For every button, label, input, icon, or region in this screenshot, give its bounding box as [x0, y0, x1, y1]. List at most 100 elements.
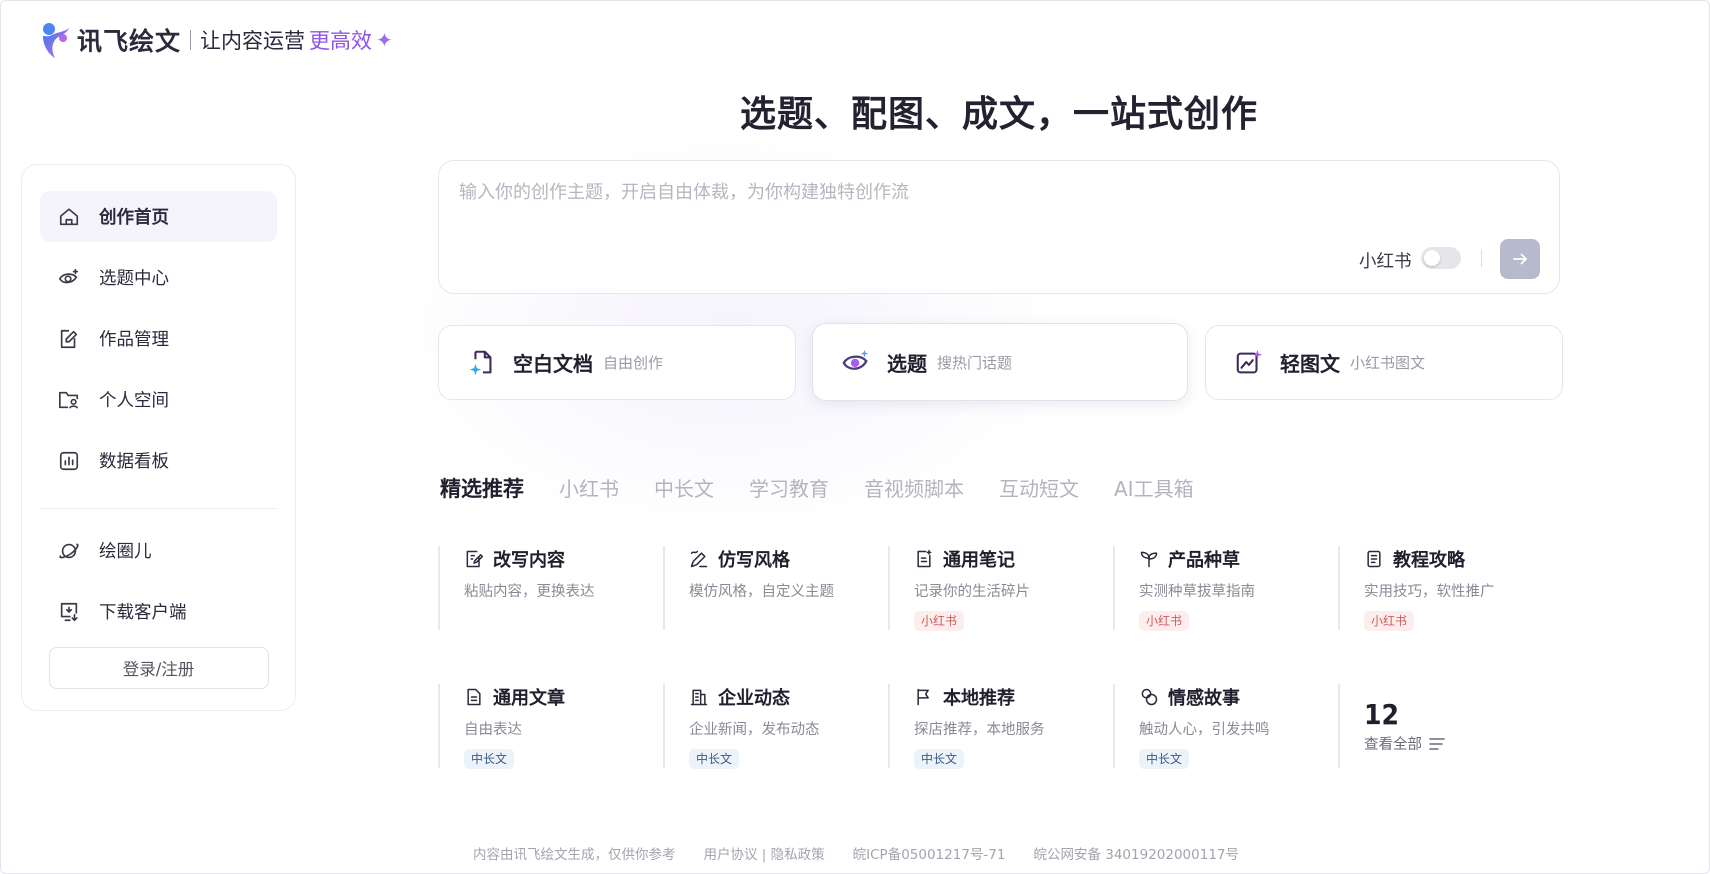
template-title: 本地推荐	[943, 688, 1015, 709]
sidebar-item-label: 个人空间	[99, 391, 169, 411]
template-desc: 探店推荐，本地服务	[914, 722, 1045, 738]
sidebar: 创作首页 选题中心 作品管理 个人空间 数据看板 绘圈儿 下载客户端 登录/注册	[21, 164, 296, 711]
sidebar-item-label: 作品管理	[99, 330, 169, 350]
tab-interactive[interactable]: 互动短文	[999, 473, 1079, 502]
slogan: 让内容运营	[200, 29, 306, 53]
template-title: 情感故事	[1168, 688, 1240, 709]
category-tabs: 精选推荐 小红书 中长文 学习教育 音视频脚本 互动短文 AI工具箱	[440, 473, 1229, 503]
sidebar-item-space[interactable]: 个人空间	[40, 374, 277, 425]
prompt-input[interactable]	[459, 177, 1459, 207]
template-card[interactable]: 产品种草 实测种草拔草指南 小红书	[1113, 546, 1338, 631]
template-card[interactable]: 本地推荐 探店推荐，本地服务 中长文	[888, 684, 1113, 769]
mode-title: 选题	[887, 351, 927, 376]
header-divider	[190, 30, 192, 50]
template-title: 企业动态	[718, 688, 790, 709]
sidebar-item-home[interactable]: 创作首页	[40, 191, 277, 242]
mode-subtitle: 小红书图文	[1350, 354, 1426, 372]
header: 讯飞绘文 让内容运营 更高效 ✦	[39, 19, 393, 61]
flag-icon	[917, 688, 929, 706]
page-title: 选题、配图、成文，一站式创作	[739, 94, 1258, 135]
template-count: 12	[1364, 698, 1400, 731]
tab-featured[interactable]: 精选推荐	[440, 473, 524, 503]
template-title: 产品种草	[1168, 550, 1240, 571]
template-desc: 粘贴内容，更换表达	[464, 584, 595, 600]
sidebar-divider	[40, 508, 277, 509]
sidebar-item-label: 选题中心	[99, 269, 169, 289]
template-badge: 中长文	[464, 749, 515, 769]
menu-lines-icon	[1429, 737, 1445, 750]
sidebar-item-label: 绘圈儿	[99, 542, 152, 562]
mode-card-image-text[interactable]: 轻图文 小红书图文	[1205, 325, 1563, 400]
mode-subtitle: 搜热门话题	[937, 353, 1013, 372]
heart-bubbles-icon	[1141, 688, 1158, 706]
template-card[interactable]: 通用文章 自由表达 中长文	[438, 684, 663, 769]
prompt-divider	[1481, 249, 1482, 267]
prompt-box: 小红书	[438, 160, 1560, 294]
imitate-pen-icon	[690, 550, 708, 568]
view-all-label: 查看全部	[1364, 737, 1422, 753]
template-badge: 小红书	[914, 611, 965, 631]
footer-notice: 内容由讯飞绘文生成，仅供你参考	[473, 847, 676, 863]
tab-long-article[interactable]: 中长文	[654, 473, 714, 502]
template-card[interactable]: 仿写风格 模仿风格，自定义主题	[663, 546, 888, 630]
mode-subtitle: 自由创作	[603, 354, 664, 372]
download-monitor-icon	[60, 602, 78, 621]
sparkle-icon: ✦	[376, 28, 393, 52]
template-title: 改写内容	[493, 550, 565, 571]
template-desc: 实用技巧，软性推广	[1364, 584, 1495, 600]
tab-av-script[interactable]: 音视频脚本	[864, 473, 964, 502]
view-all-link[interactable]: 查看全部	[1364, 733, 1563, 754]
building-icon	[690, 689, 708, 706]
template-badge: 中长文	[689, 749, 740, 769]
eye-sparkle-icon	[58, 268, 79, 283]
view-all-card[interactable]: 12 查看全部	[1338, 684, 1563, 768]
sidebar-item-download[interactable]: 下载客户端	[40, 586, 277, 637]
mode-title: 空白文档	[513, 352, 593, 376]
platform-toggle[interactable]	[1421, 247, 1461, 269]
template-desc: 记录你的生活碎片	[914, 584, 1030, 600]
login-register-button[interactable]: 登录/注册	[48, 647, 269, 689]
sidebar-item-works[interactable]: 作品管理	[40, 313, 277, 364]
folder-user-icon	[59, 391, 79, 409]
template-card[interactable]: 企业动态 企业新闻，发布动态 中长文	[663, 684, 888, 769]
note-icon	[917, 549, 932, 568]
send-button[interactable]	[1500, 239, 1540, 279]
home-icon	[59, 207, 79, 225]
mode-card-blank-doc[interactable]: 空白文档 自由创作	[438, 325, 796, 400]
footer-icp[interactable]: 皖ICP备05001217号-71	[853, 843, 1006, 863]
sidebar-item-community[interactable]: 绘圈儿	[40, 525, 277, 576]
image-text-icon	[1236, 349, 1263, 373]
footer-links[interactable]: 用户协议 | 隐私政策	[704, 843, 825, 863]
tab-education[interactable]: 学习教育	[749, 473, 829, 502]
template-card[interactable]: 教程攻略 实用技巧，软性推广 小红书	[1338, 546, 1563, 631]
template-badge: 中长文	[1139, 749, 1190, 769]
footer-police[interactable]: 皖公网安备 34019202000117号	[1033, 843, 1239, 863]
logo-icon	[43, 23, 69, 58]
planet-icon	[59, 543, 79, 558]
template-title: 仿写风格	[718, 550, 790, 571]
sidebar-item-topics[interactable]: 选题中心	[40, 252, 277, 303]
sidebar-item-label: 数据看板	[99, 452, 169, 472]
template-card[interactable]: 通用笔记 记录你的生活碎片 小红书	[888, 546, 1113, 631]
template-title: 通用笔记	[943, 550, 1015, 571]
template-card[interactable]: 改写内容 粘贴内容，更换表达	[438, 546, 663, 630]
edit-doc-icon	[60, 329, 78, 348]
template-title: 通用文章	[493, 688, 565, 709]
template-badge: 小红书	[1139, 611, 1190, 631]
topic-eye-icon	[842, 349, 869, 370]
template-card[interactable]: 情感故事 触动人心，引发共鸣 中长文	[1113, 684, 1338, 769]
chart-board-icon	[59, 451, 79, 470]
mode-card-topic[interactable]: 选题 搜热门话题	[812, 323, 1188, 401]
tab-xiaohongshu[interactable]: 小红书	[559, 473, 619, 502]
template-desc: 企业新闻，发布动态	[689, 722, 820, 738]
template-desc: 模仿风格，自定义主题	[689, 584, 834, 600]
article-icon	[467, 688, 481, 706]
template-desc: 触动人心，引发共鸣	[1139, 722, 1270, 738]
arrow-right-icon	[1513, 253, 1527, 265]
sidebar-item-label: 下载客户端	[99, 603, 187, 623]
sidebar-item-dashboard[interactable]: 数据看板	[40, 435, 277, 486]
mode-title: 轻图文	[1280, 352, 1340, 376]
slogan-highlight: 更高效	[309, 29, 373, 53]
tab-ai-tools[interactable]: AI工具箱	[1114, 473, 1194, 502]
platform-toggle-label: 小红书	[1359, 252, 1412, 272]
